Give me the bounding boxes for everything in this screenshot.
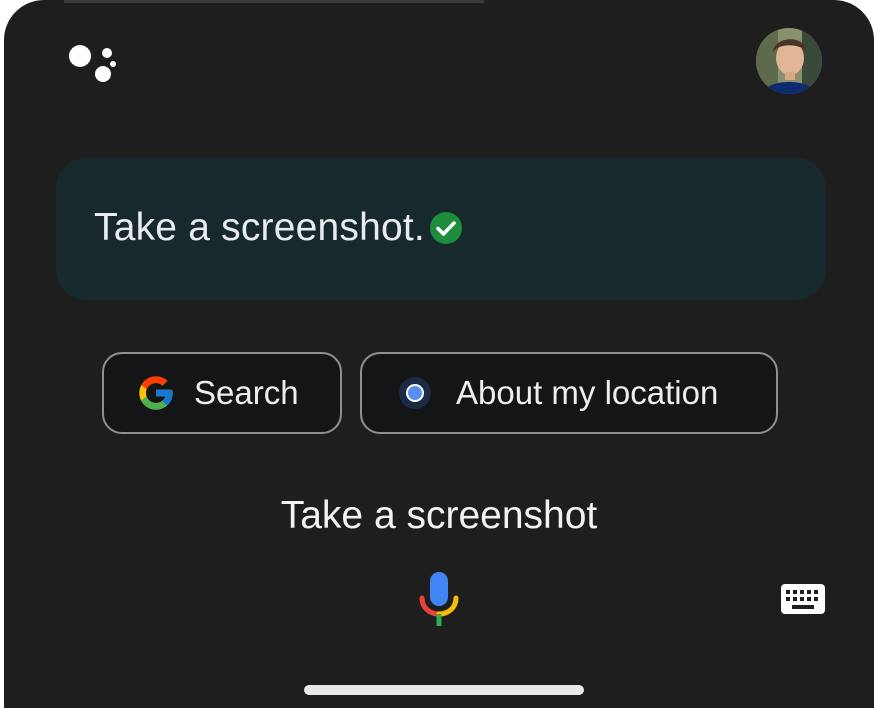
about-my-location-label: About my location [456, 374, 719, 411]
about-my-location-chip[interactable]: About my location [360, 352, 778, 434]
keyboard-icon[interactable] [780, 582, 826, 616]
query-text: Take a screenshot. [94, 206, 425, 249]
home-indicator[interactable] [304, 685, 584, 695]
transcript-text: Take a screenshot [280, 494, 598, 537]
query-text-row: Take a screenshot. [94, 206, 463, 250]
google-assistant-icon [69, 45, 116, 82]
google-g-icon [139, 376, 173, 410]
avatar[interactable] [756, 28, 822, 94]
search-chip-label: Search [194, 374, 299, 411]
microphone-icon[interactable] [418, 572, 460, 628]
query-card: Take a screenshot. [56, 158, 826, 300]
assistant-sheet: Take a screenshot. Search About my locat… [4, 0, 874, 708]
location-dot-icon [399, 377, 431, 409]
user-avatar-icon [756, 28, 822, 94]
search-chip[interactable]: Search [102, 352, 342, 434]
top-strip [64, 0, 484, 3]
check-circle-icon [429, 212, 462, 244]
